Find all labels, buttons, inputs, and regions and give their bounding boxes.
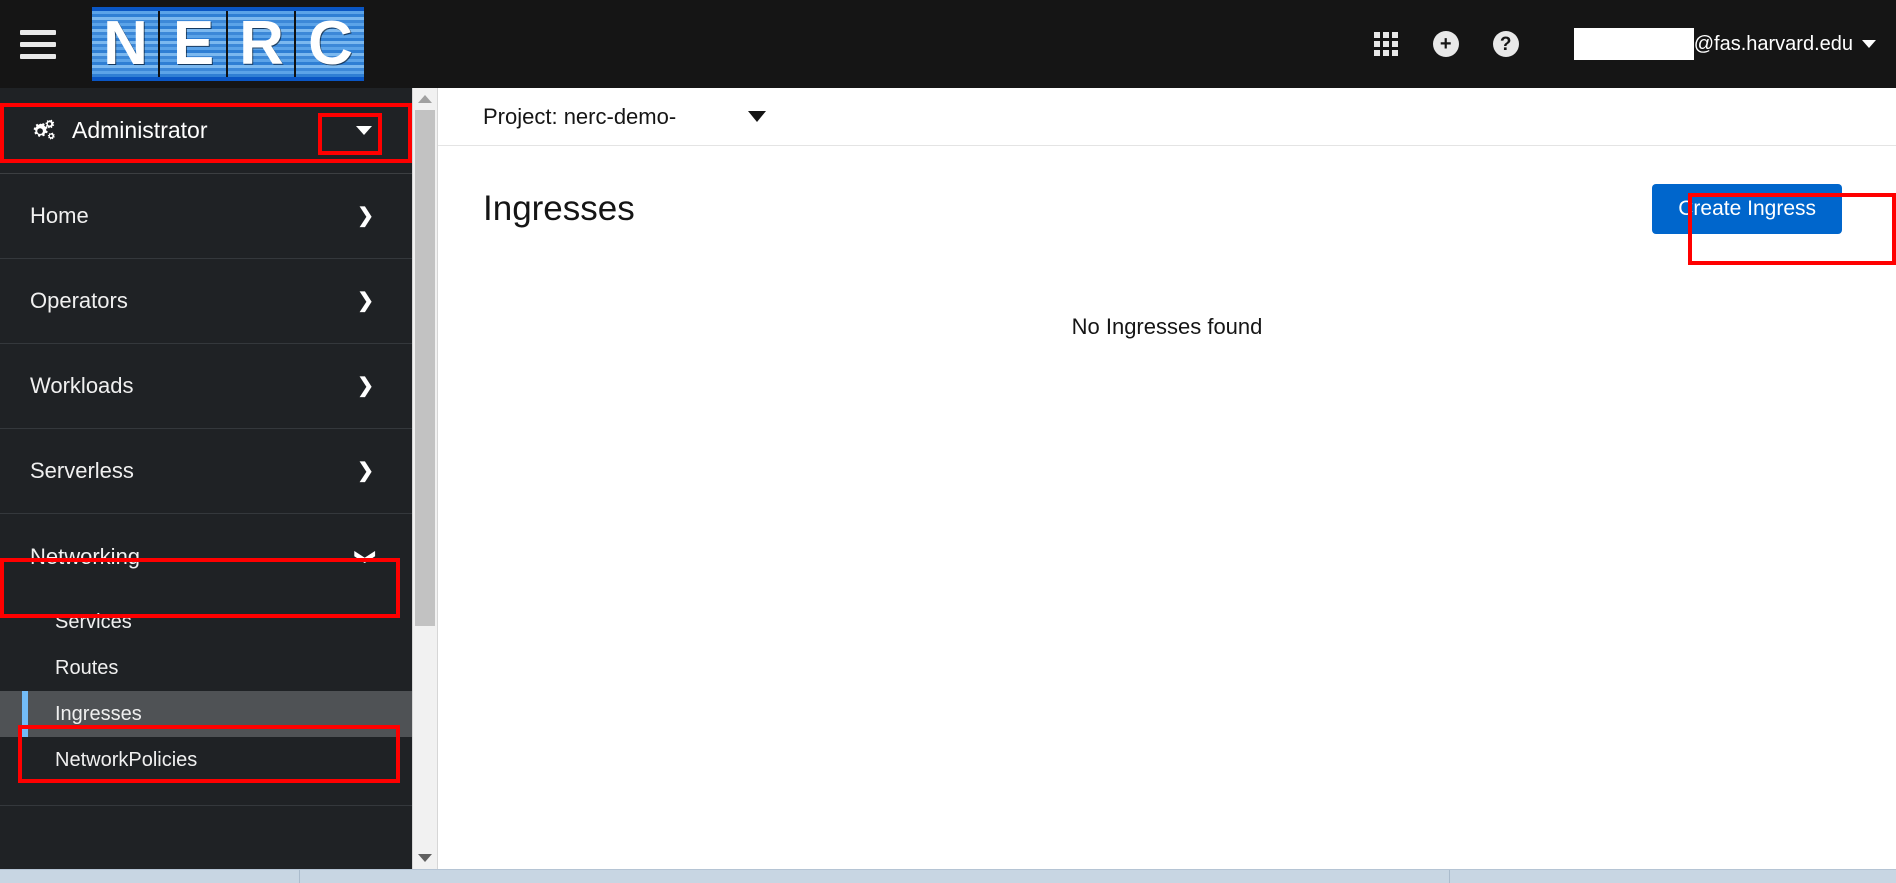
application-launcher-button[interactable] xyxy=(1356,0,1416,88)
logo-letter: C xyxy=(308,11,353,77)
scroll-up-button[interactable] xyxy=(413,88,437,110)
help-icon: ? xyxy=(1492,31,1519,57)
project-bar: Project: nerc-demo- xyxy=(438,88,1896,146)
quick-add-icon: + xyxy=(1432,31,1459,57)
chevron-right-icon: ❯ xyxy=(357,290,374,312)
cogs-icon xyxy=(33,119,55,139)
sidebar-subitem-label: Services xyxy=(55,610,132,633)
project-selector[interactable]: Project: nerc-demo- xyxy=(483,103,767,130)
sidebar-item-ingresses[interactable]: Ingresses xyxy=(0,691,412,737)
empty-state-message: No Ingresses found xyxy=(1071,314,1263,339)
empty-state: No Ingresses found xyxy=(438,244,1896,869)
logo-letter-cell: E xyxy=(160,11,228,77)
sidebar-divider xyxy=(0,805,412,845)
sidebar-item-home[interactable]: Home ❯ xyxy=(0,174,412,259)
scroll-down-button[interactable] xyxy=(413,847,437,869)
sidebar-subitem-label: Ingresses xyxy=(55,702,142,725)
sidebar-subitem-label: NetworkPolicies xyxy=(55,748,198,771)
chevron-right-icon: ❯ xyxy=(357,460,374,482)
username-redaction xyxy=(1573,28,1694,60)
sidebar-item-label: Networking xyxy=(30,543,141,569)
application-launcher-icon xyxy=(1373,32,1398,56)
sidebar-item-services[interactable]: Services xyxy=(0,599,412,645)
logo-letter: N xyxy=(103,11,148,77)
quick-add-button[interactable]: + xyxy=(1416,0,1476,88)
hamburger-bar-icon xyxy=(20,53,56,59)
sidebar-item-label: Operators xyxy=(30,288,128,313)
main-content: Project: nerc-demo- Ingresses Create Ing… xyxy=(438,88,1896,869)
sidebar-subitem-label: Routes xyxy=(55,656,119,679)
page-body: Administrator Home ❯ Operators ❯ Workloa… xyxy=(0,88,1896,869)
project-selector-label: Project: nerc-demo- xyxy=(483,103,677,129)
scrollbar-thumb[interactable] xyxy=(415,110,435,626)
sidebar-item-serverless[interactable]: Serverless ❯ xyxy=(0,429,412,514)
chevron-down-icon xyxy=(748,111,767,122)
logo-letter-cell: N xyxy=(92,11,160,77)
masthead: N E R C + ? @fas.harvard.edu xyxy=(0,0,1896,88)
sidebar-item-label: Serverless xyxy=(30,458,134,483)
logo-letter: R xyxy=(239,11,284,77)
page-title: Ingresses xyxy=(483,189,635,228)
sidebar-scrollbar[interactable] xyxy=(412,88,438,869)
perspective-switcher[interactable]: Administrator xyxy=(0,88,412,174)
bottom-strip xyxy=(0,869,1896,883)
sidebar-item-operators[interactable]: Operators ❯ xyxy=(0,259,412,344)
logo-letter: E xyxy=(172,11,214,77)
chevron-right-icon: ❯ xyxy=(357,375,374,397)
create-ingress-button[interactable]: Create Ingress xyxy=(1652,184,1842,234)
sidebar-item-workloads[interactable]: Workloads ❯ xyxy=(0,344,412,429)
triangle-up-icon xyxy=(418,95,432,103)
bottom-strip-segment xyxy=(0,870,300,883)
perspective-label: Administrator xyxy=(72,117,208,143)
sidebar: Administrator Home ❯ Operators ❯ Workloa… xyxy=(0,88,412,869)
masthead-toolbar: + ? @fas.harvard.edu xyxy=(1356,0,1896,88)
nerc-logo-icon: N E R C xyxy=(92,7,364,81)
brand-logo[interactable]: N E R C xyxy=(92,0,364,88)
bottom-strip-segment xyxy=(1450,870,1830,883)
sidebar-item-networkpolicies[interactable]: NetworkPolicies xyxy=(0,737,412,783)
triangle-down-icon xyxy=(418,854,432,862)
chevron-right-icon: ❯ xyxy=(357,205,374,227)
page-header: Ingresses Create Ingress xyxy=(438,146,1896,244)
hamburger-bar-icon xyxy=(20,29,56,35)
sidebar-item-networking[interactable]: Networking ❯ xyxy=(0,514,412,599)
hamburger-bar-icon xyxy=(20,41,56,47)
chevron-down-icon: ❯ xyxy=(354,548,377,565)
nav-toggle-button[interactable] xyxy=(0,0,76,88)
sidebar-item-label: Workloads xyxy=(30,373,134,398)
sidebar-item-label: Home xyxy=(30,203,89,228)
logo-letter-cell: C xyxy=(296,11,364,77)
user-menu-button[interactable]: @fas.harvard.edu xyxy=(1573,0,1876,88)
perspective-chevron-down-icon[interactable] xyxy=(356,126,372,135)
user-domain-label: @fas.harvard.edu xyxy=(1693,32,1853,55)
logo-letter-cell: R xyxy=(228,11,296,77)
scrollbar-track[interactable] xyxy=(413,110,437,847)
create-ingress-wrapper: Create Ingress xyxy=(1638,174,1856,244)
chevron-down-icon xyxy=(1862,40,1876,48)
help-button[interactable]: ? xyxy=(1476,0,1536,88)
bottom-strip-segment xyxy=(300,870,1450,883)
console-app: N E R C + ? @fas.harvard.edu Administrat… xyxy=(0,0,1896,883)
sidebar-item-routes[interactable]: Routes xyxy=(0,645,412,691)
sidebar-nav: Home ❯ Operators ❯ Workloads ❯ Serverles… xyxy=(0,174,412,869)
